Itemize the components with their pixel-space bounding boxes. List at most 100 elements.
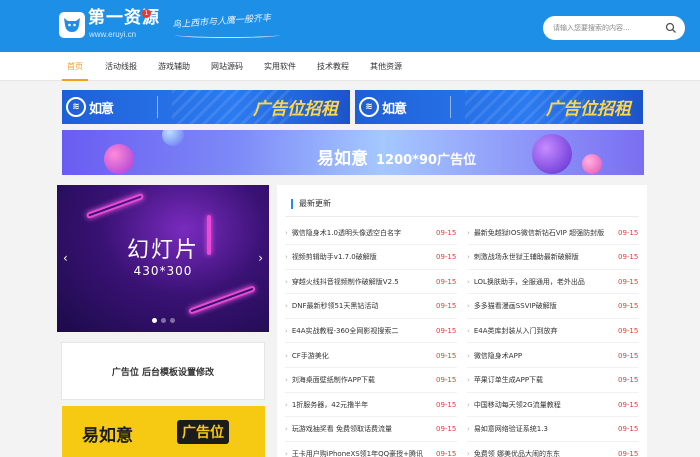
bullet-icon: ›: [285, 228, 288, 237]
slide-prev-icon[interactable]: ‹: [63, 251, 68, 265]
ad-slogan: 广告位招租: [253, 99, 338, 120]
neon-decor: [188, 285, 256, 315]
list-item-title[interactable]: E4A类库封装从入门到放弃: [474, 326, 609, 336]
list-item[interactable]: › 微信隐身术1.0透明头像透空白名字 09-15: [285, 221, 457, 244]
ad-banner-wide[interactable]: 易如意 1200*90广告位: [62, 130, 644, 175]
ad-banner-left[interactable]: ≋ 如意 广告位招租: [62, 90, 350, 124]
list-item-title[interactable]: 易如意网络验证系统1.3: [474, 424, 609, 434]
list-item[interactable]: › 1折服务器，42元撸半年 09-15: [285, 393, 457, 416]
list-item-title[interactable]: 免费领 娜美优品大闹的东东: [474, 449, 609, 457]
nav-item-tutorials[interactable]: 技术教程: [315, 52, 351, 81]
list-item[interactable]: › E4A实战教程-360全网影视搜索二 09-15: [285, 319, 457, 342]
slide-next-icon[interactable]: ›: [258, 251, 263, 265]
list-item-title[interactable]: DNF最新秒领51天黑钻活动: [292, 301, 427, 311]
bullet-icon: ›: [285, 351, 288, 360]
list-item[interactable]: › 刘海桌面壁纸制作APP下载 09-15: [285, 369, 457, 392]
search-icon[interactable]: [665, 22, 677, 34]
list-item[interactable]: › DNF最新秒领51天黑钻活动 09-15: [285, 295, 457, 318]
logo-icon[interactable]: [59, 12, 85, 38]
yellow-ad[interactable]: 易如意 广告位: [62, 406, 265, 457]
ad-brand: 如意: [89, 101, 114, 117]
list-item-date: 09-15: [436, 425, 457, 434]
list-item-title[interactable]: 玩游戏抽奖看 免费领取话费流量: [292, 424, 427, 434]
neon-decor: [85, 192, 145, 220]
decor-bubble: [532, 134, 572, 174]
list-item-date: 09-15: [436, 376, 457, 385]
bullet-icon: ›: [467, 277, 470, 286]
list-item[interactable]: › 微信隐身术APP 09-15: [467, 344, 639, 367]
list-item[interactable]: › 穿越火线抖音视频制作破解版V2.5 09-15: [285, 270, 457, 293]
bullet-icon: ›: [285, 326, 288, 335]
cow-logo-icon: [64, 18, 80, 32]
list-item-date: 09-15: [436, 253, 457, 262]
yellow-ad-tag: 广告位: [177, 420, 229, 444]
list-item-title[interactable]: CF手游美化: [292, 351, 427, 361]
list-item-date: 09-15: [436, 326, 457, 335]
list-item-date: 09-15: [436, 449, 457, 457]
slide-dot[interactable]: [169, 318, 175, 323]
ad-banner-right[interactable]: ≋ 如意 广告位招租: [355, 90, 643, 124]
ad-brand: 如意: [382, 101, 407, 117]
list-item-date: 09-15: [436, 277, 457, 286]
decor-bubble: [582, 154, 602, 174]
list-item-title[interactable]: 视频剪辑助手v1.7.0破解版: [292, 252, 427, 262]
list-item-title[interactable]: 刺激战场永世狱王辅助最新破解版: [474, 252, 609, 262]
list-item-title[interactable]: 中国移动每天领2G流量教程: [474, 400, 609, 410]
logo-badge: 1: [142, 9, 151, 18]
side-ad-card[interactable]: 广告位 后台模板设置修改: [61, 342, 265, 400]
list-item[interactable]: › CF手游美化 09-15: [285, 344, 457, 367]
list-item[interactable]: › 中国移动每天领2G流量教程 09-15: [467, 393, 639, 416]
slide-dot[interactable]: [160, 318, 166, 323]
list-item[interactable]: › 王卡用户购iPhoneXS领1年QQ豪授+腾讯 09-15: [285, 442, 457, 457]
list-item-title[interactable]: 王卡用户购iPhoneXS领1年QQ豪授+腾讯: [292, 449, 427, 457]
list-item-title[interactable]: E4A实战教程-360全网影视搜索二: [292, 326, 427, 336]
list-item-date: 09-15: [618, 400, 639, 409]
list-item-title[interactable]: LOL换肤助手，全服通用，老外出品: [474, 277, 609, 287]
decor-bubble: [104, 144, 134, 174]
list-item-date: 09-15: [436, 351, 457, 360]
list-item[interactable]: › E4A类库封装从入门到放弃 09-15: [467, 319, 639, 342]
list-item[interactable]: › 刺激战场永世狱王辅助最新破解版 09-15: [467, 246, 639, 269]
list-item-title[interactable]: 微信隐身术1.0透明头像透空白名字: [292, 228, 427, 238]
bullet-icon: ›: [467, 376, 470, 385]
list-item-date: 09-15: [618, 351, 639, 360]
bullet-icon: ›: [467, 351, 470, 360]
nav-item-game-assist[interactable]: 游戏辅助: [156, 52, 192, 81]
list-item[interactable]: › 免费领 娜美优品大闹的东东 09-15: [467, 442, 639, 457]
list-item-title[interactable]: 穿越火线抖音视频制作破解版V2.5: [292, 277, 427, 287]
nav-item-home[interactable]: 首页: [62, 52, 88, 81]
list-item[interactable]: › 视频剪辑助手v1.7.0破解版 09-15: [285, 246, 457, 269]
list-item[interactable]: › 苹果订单生成APP下载 09-15: [467, 369, 639, 392]
nav-item-software[interactable]: 实用软件: [262, 52, 298, 81]
list-item-title[interactable]: 1折服务器，42元撸半年: [292, 400, 427, 410]
list-item-title[interactable]: 刘海桌面壁纸制作APP下载: [292, 375, 427, 385]
nav-item-source-code[interactable]: 网站源码: [209, 52, 245, 81]
wide-ad-brand: 易如意: [317, 149, 368, 169]
list-item[interactable]: › 玩游戏抽奖看 免费领取话费流量 09-15: [285, 418, 457, 441]
slide-dot[interactable]: [151, 318, 157, 323]
bullet-icon: ›: [467, 302, 470, 311]
nav-item-other[interactable]: 其他资源: [368, 52, 404, 81]
list-item[interactable]: › 最新免越狱IOS微信新钻石VIP 超强防封版 09-15: [467, 221, 639, 244]
list-item-date: 09-15: [436, 400, 457, 409]
list-item-date: 09-15: [618, 425, 639, 434]
ad-logo-icon: ≋: [66, 97, 86, 117]
site-header: 第一资源 1 www.eruyi.cn 鸟上西市与人鹰一般齐丰: [0, 0, 700, 52]
bullet-icon: ›: [285, 425, 288, 434]
list-item[interactable]: › 易如意网络验证系统1.3 09-15: [467, 418, 639, 441]
list-item-title[interactable]: 微信隐身术APP: [474, 351, 609, 361]
site-domain: www.eruyi.cn: [89, 30, 137, 39]
ad-logo: ≋ 如意: [66, 95, 114, 119]
bullet-icon: ›: [467, 425, 470, 434]
list-item-title[interactable]: 苹果订单生成APP下载: [474, 375, 609, 385]
list-item-title[interactable]: 多多猫看漫画SSVIP破解版: [474, 301, 609, 311]
search-input[interactable]: [553, 16, 661, 40]
nav-item-activity[interactable]: 活动线报: [103, 52, 139, 81]
list-item-title[interactable]: 最新免越狱IOS微信新钻石VIP 超强防封版: [474, 228, 609, 238]
list-item-date: 09-15: [618, 277, 639, 286]
bullet-icon: ›: [285, 376, 288, 385]
list-item[interactable]: › LOL换肤助手，全服通用，老外出品 09-15: [467, 270, 639, 293]
slideshow[interactable]: 幻灯片 430*300 ‹ ›: [57, 185, 269, 332]
list-item[interactable]: › 多多猫看漫画SSVIP破解版 09-15: [467, 295, 639, 318]
list-item-date: 09-15: [618, 302, 639, 311]
